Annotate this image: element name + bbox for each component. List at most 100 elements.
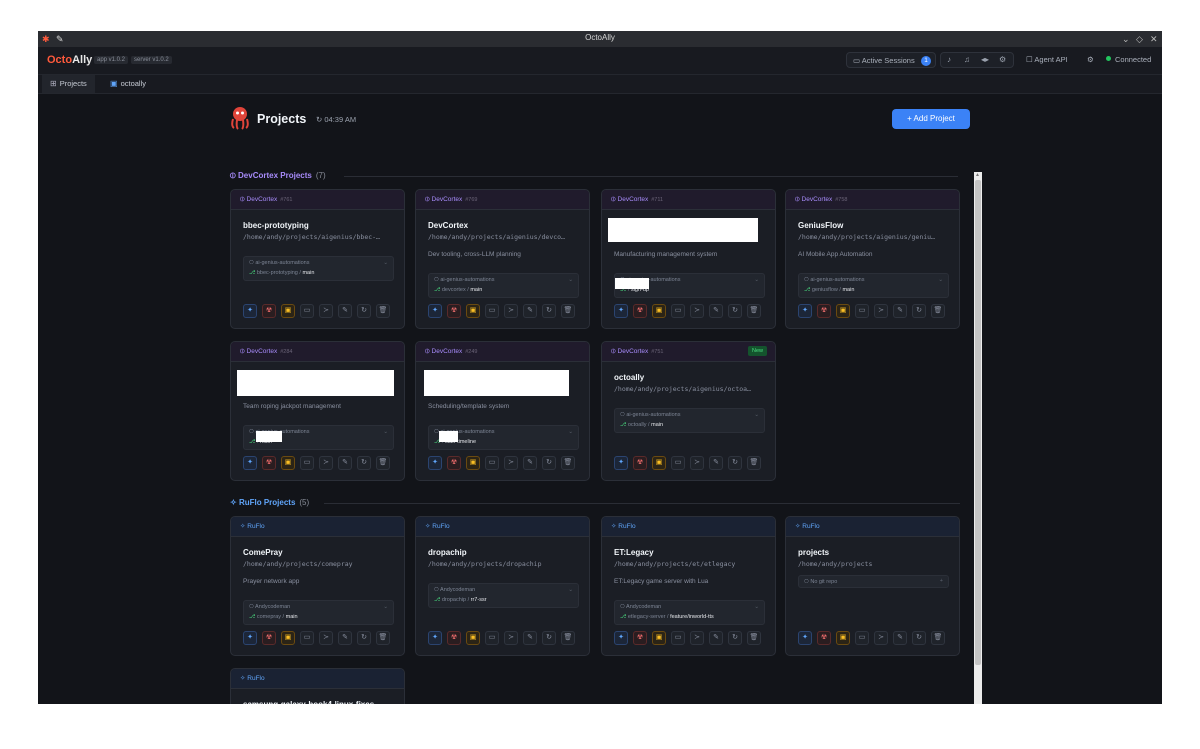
add-git-icon[interactable]: + bbox=[940, 578, 943, 584]
chevron-down-icon[interactable]: ⌄ bbox=[568, 429, 573, 435]
edit-icon[interactable]: ✎ bbox=[523, 631, 537, 645]
terminal-icon[interactable]: ≻ bbox=[504, 304, 518, 318]
play-agent-icon[interactable]: ✦ bbox=[614, 456, 628, 470]
maximize-button[interactable]: ◇ bbox=[1136, 32, 1143, 46]
edit-icon[interactable]: ✎ bbox=[709, 631, 723, 645]
play-agent-icon[interactable]: ✦ bbox=[614, 304, 628, 318]
close-button[interactable]: ✕ bbox=[1150, 32, 1158, 46]
edit-icon[interactable]: ✎ bbox=[523, 304, 537, 318]
play-agent-icon[interactable]: ✦ bbox=[614, 631, 628, 645]
project-card[interactable]: ⦶ DevCortex #769 DevCortex/home/andy/proje… bbox=[415, 189, 590, 329]
debug-icon[interactable]: ☢ bbox=[447, 456, 461, 470]
edit-icon[interactable]: ✎ bbox=[523, 456, 537, 470]
scroll-thumb[interactable] bbox=[975, 180, 981, 665]
shell-icon[interactable]: ▣ bbox=[466, 631, 480, 645]
terminal-icon[interactable]: ≻ bbox=[319, 456, 333, 470]
project-card[interactable]: ⦶ DevCortex #249 Scheduling/template syste… bbox=[415, 341, 590, 481]
folder-icon[interactable]: ▭ bbox=[485, 456, 499, 470]
refresh-icon[interactable]: ↻ bbox=[728, 631, 742, 645]
active-sessions-button[interactable]: ▭ Active Sessions 1 bbox=[846, 52, 936, 68]
tab-projects[interactable]: ⊞ Projects bbox=[42, 75, 95, 93]
delete-icon[interactable]: 🗑 bbox=[561, 456, 575, 470]
terminal-icon[interactable]: ≻ bbox=[690, 631, 704, 645]
delete-icon[interactable]: 🗑 bbox=[376, 456, 390, 470]
terminal-icon[interactable]: ≻ bbox=[504, 631, 518, 645]
project-card[interactable]: ✧ RuFlosamsung-galaxy-book4-linux-fixes/… bbox=[230, 668, 405, 704]
edit-icon[interactable]: ✎ bbox=[338, 304, 352, 318]
project-card[interactable]: ⦶ DevCortex #284 Team roping jackpot manag… bbox=[230, 341, 405, 481]
chevron-down-icon[interactable]: ⌄ bbox=[383, 260, 388, 266]
refresh-icon[interactable]: ↻ bbox=[542, 304, 556, 318]
shell-icon[interactable]: ▣ bbox=[466, 304, 480, 318]
chevron-down-icon[interactable]: ⌄ bbox=[383, 429, 388, 435]
shell-icon[interactable]: ▣ bbox=[836, 304, 850, 318]
project-card[interactable]: ✧ RuFlo projects/home/andy/projects ⎔ No g… bbox=[785, 516, 960, 656]
audio-settings-icon[interactable]: ⚙ bbox=[999, 55, 1006, 64]
refresh-icon[interactable]: ↻ bbox=[542, 631, 556, 645]
minimize-button[interactable]: ⌄ bbox=[1122, 32, 1130, 46]
volume-icon[interactable]: ◂▸ bbox=[981, 55, 989, 64]
project-card[interactable]: ⦶ DevCortex #751 New octoally/home/andy/pro… bbox=[601, 341, 776, 481]
shell-icon[interactable]: ▣ bbox=[466, 456, 480, 470]
delete-icon[interactable]: 🗑 bbox=[931, 631, 945, 645]
folder-icon[interactable]: ▭ bbox=[855, 631, 869, 645]
refresh-time[interactable]: ↻ 04:39 AM bbox=[316, 115, 356, 124]
debug-icon[interactable]: ☢ bbox=[633, 631, 647, 645]
edit-icon[interactable]: ✎ bbox=[709, 456, 723, 470]
refresh-icon[interactable]: ↻ bbox=[728, 304, 742, 318]
delete-icon[interactable]: 🗑 bbox=[376, 304, 390, 318]
chevron-down-icon[interactable]: ⌄ bbox=[754, 277, 759, 283]
terminal-icon[interactable]: ≻ bbox=[319, 304, 333, 318]
debug-icon[interactable]: ☢ bbox=[262, 456, 276, 470]
scroll-up-icon[interactable]: ▲ bbox=[975, 172, 980, 178]
shell-icon[interactable]: ▣ bbox=[836, 631, 850, 645]
shell-icon[interactable]: ▣ bbox=[281, 631, 295, 645]
refresh-icon[interactable]: ↻ bbox=[357, 631, 371, 645]
edit-icon[interactable]: ✎ bbox=[338, 631, 352, 645]
edit-icon[interactable]: ✎ bbox=[893, 304, 907, 318]
debug-icon[interactable]: ☢ bbox=[447, 304, 461, 318]
delete-icon[interactable]: 🗑 bbox=[931, 304, 945, 318]
project-card[interactable]: ⦶ DevCortex #758 GeniusFlow/home/andy/proj… bbox=[785, 189, 960, 329]
chevron-down-icon[interactable]: ⌄ bbox=[754, 412, 759, 418]
play-agent-icon[interactable]: ✦ bbox=[428, 304, 442, 318]
chevron-down-icon[interactable]: ⌄ bbox=[568, 587, 573, 593]
debug-icon[interactable]: ☢ bbox=[817, 304, 831, 318]
delete-icon[interactable]: 🗑 bbox=[561, 304, 575, 318]
shell-icon[interactable]: ▣ bbox=[652, 631, 666, 645]
speaker-icon[interactable]: ♫ bbox=[964, 55, 970, 64]
refresh-icon[interactable]: ↻ bbox=[357, 456, 371, 470]
microphone-icon[interactable]: ♪ bbox=[947, 55, 951, 64]
play-agent-icon[interactable]: ✦ bbox=[243, 456, 257, 470]
refresh-icon[interactable]: ↻ bbox=[542, 456, 556, 470]
git-info[interactable]: ⎔ Andycodeman ⌄ ⎇ etlegacy-server / featur… bbox=[614, 600, 765, 625]
refresh-icon[interactable]: ↻ bbox=[728, 456, 742, 470]
folder-icon[interactable]: ▭ bbox=[671, 631, 685, 645]
debug-icon[interactable]: ☢ bbox=[262, 631, 276, 645]
shell-icon[interactable]: ▣ bbox=[281, 304, 295, 318]
delete-icon[interactable]: 🗑 bbox=[747, 631, 761, 645]
refresh-icon[interactable]: ↻ bbox=[912, 304, 926, 318]
project-card[interactable]: ✧ RuFlo ComePray/home/andy/projects/comep… bbox=[230, 516, 405, 656]
debug-icon[interactable]: ☢ bbox=[447, 631, 461, 645]
terminal-icon[interactable]: ≻ bbox=[504, 456, 518, 470]
git-info[interactable]: ⎔ Andycodeman ⌄ ⎇ dropachip / rr7-ssr bbox=[428, 583, 579, 608]
delete-icon[interactable]: 🗑 bbox=[376, 631, 390, 645]
terminal-icon[interactable]: ≻ bbox=[874, 304, 888, 318]
project-card[interactable]: ⦶ DevCortex #711 Manufacturing management … bbox=[601, 189, 776, 329]
folder-icon[interactable]: ▭ bbox=[300, 304, 314, 318]
chevron-down-icon[interactable]: ⌄ bbox=[568, 277, 573, 283]
debug-icon[interactable]: ☢ bbox=[633, 304, 647, 318]
edit-icon[interactable]: ✎ bbox=[338, 456, 352, 470]
project-card[interactable]: ✧ RuFlo dropachip/home/andy/projects/drop… bbox=[415, 516, 590, 656]
refresh-icon[interactable]: ↻ bbox=[357, 304, 371, 318]
delete-icon[interactable]: 🗑 bbox=[747, 304, 761, 318]
project-card[interactable]: ⦶ DevCortex #761 bbec-prototyping/home/and… bbox=[230, 189, 405, 329]
shell-icon[interactable]: ▣ bbox=[281, 456, 295, 470]
agent-api-button[interactable]: ☐ Agent API bbox=[1026, 52, 1068, 68]
vertical-scrollbar[interactable]: ▲ ▼ bbox=[974, 172, 982, 704]
play-agent-icon[interactable]: ✦ bbox=[798, 631, 812, 645]
settings-icon[interactable]: ⚙ bbox=[1087, 52, 1094, 68]
shell-icon[interactable]: ▣ bbox=[652, 304, 666, 318]
git-info[interactable]: ⎔ ai-genius-automations ⌄ ⎇ bbec-prototypi… bbox=[243, 256, 394, 281]
